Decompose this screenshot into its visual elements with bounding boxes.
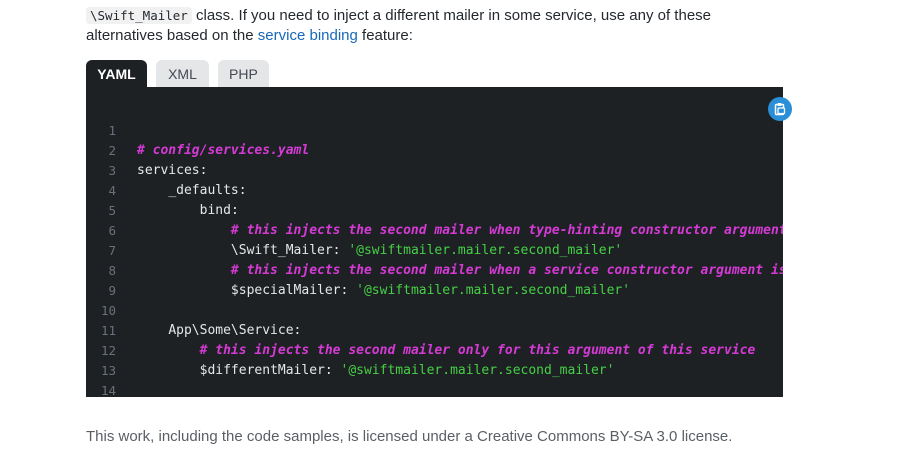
- code-format-tabs: YAML XML PHP: [86, 60, 269, 87]
- code-line: 8 $specialMailer: '@swiftmailer.mailer.s…: [86, 241, 783, 298]
- intro-line-2: alternatives based on the service bindin…: [86, 26, 413, 46]
- clipboard-icon: [774, 103, 786, 116]
- code-line: 9: [86, 261, 783, 298]
- intro-line-2-after: feature:: [357, 27, 413, 44]
- code-line: 5 # this injects the second mailer when …: [86, 181, 783, 238]
- tab-yaml[interactable]: YAML: [86, 60, 147, 87]
- service-binding-link[interactable]: service binding: [258, 27, 358, 44]
- code-line: 7 # this injects the second mailer when …: [86, 221, 783, 278]
- code-line: 13: [86, 341, 783, 378]
- copy-code-button[interactable]: [768, 97, 792, 121]
- intro-line-1: \Swift_Mailer class. If you need to inje…: [86, 6, 711, 26]
- code-line: 6 \Swift_Mailer: '@swiftmailer.mailer.se…: [86, 201, 783, 258]
- code-line: 14 # ...: [86, 361, 783, 397]
- code-line: 4 bind:: [86, 161, 783, 218]
- license-footer: This work, including the code samples, i…: [86, 428, 733, 445]
- code-line: 11 # this injects the second mailer only…: [86, 301, 783, 358]
- code-line: 2 services:: [86, 121, 783, 178]
- code-line: 1 # config/services.yaml: [86, 101, 783, 158]
- tab-php[interactable]: PHP: [218, 60, 269, 87]
- code-line: 12 $differentMailer: '@swiftmailer.maile…: [86, 321, 783, 378]
- intro-line-1-text: class. If you need to inject a different…: [191, 7, 711, 24]
- line-number: 14: [100, 383, 116, 397]
- code-line: 10 App\Some\Service:: [86, 281, 783, 338]
- code-line: 3 _defaults:: [86, 141, 783, 198]
- code-block: 1 # config/services.yaml 2 services: 3 _…: [86, 87, 783, 397]
- inline-code-swift-mailer: \Swift_Mailer: [86, 7, 192, 24]
- code-lines: 1 # config/services.yaml 2 services: 3 _…: [86, 101, 783, 397]
- intro-line-2-before: alternatives based on the: [86, 27, 258, 44]
- tab-xml[interactable]: XML: [156, 60, 209, 87]
